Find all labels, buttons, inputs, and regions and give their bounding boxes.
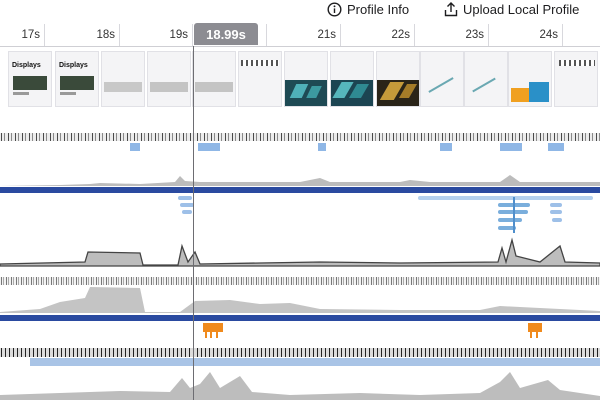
cpu-graph-2[interactable] (0, 237, 600, 267)
sample-track-1[interactable] (0, 133, 600, 151)
sample-track-3-categories (30, 358, 600, 366)
sample-track-2[interactable] (0, 277, 600, 285)
cpu-graph-4[interactable] (0, 372, 600, 400)
marker-track[interactable] (178, 196, 593, 233)
profiler-tracks (0, 133, 600, 400)
thread-separator-1 (0, 187, 600, 193)
cpu-graph-1[interactable] (0, 175, 600, 186)
time-cursor-line (193, 46, 194, 400)
orange-marker-track[interactable] (203, 323, 542, 338)
thread-separator-2 (0, 315, 600, 321)
sample-track-3[interactable] (0, 348, 600, 357)
cpu-graph-3[interactable] (0, 287, 600, 313)
